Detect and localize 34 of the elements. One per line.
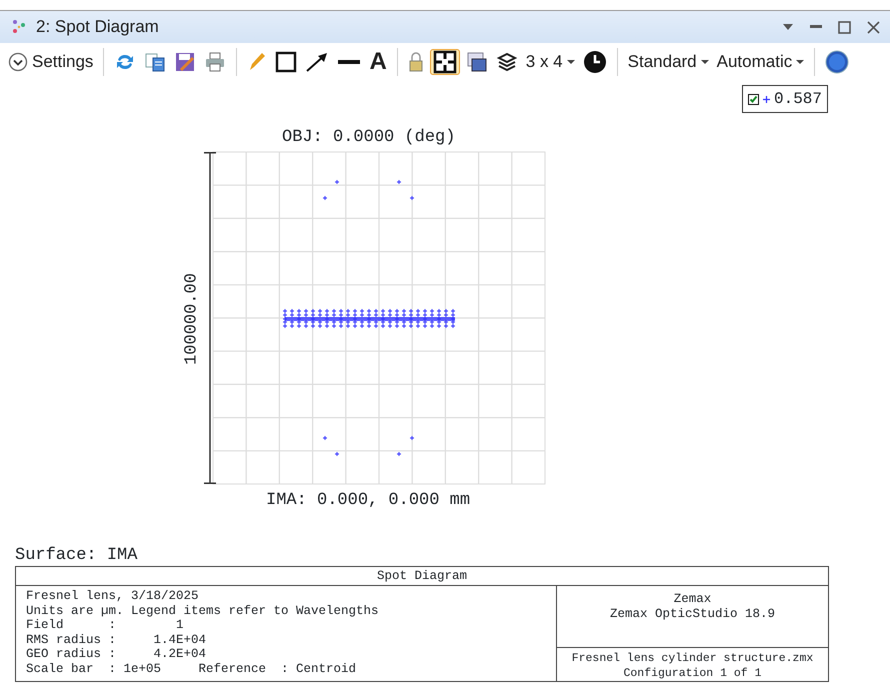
layout-dropdown[interactable]: 3 x 4 xyxy=(524,49,577,75)
table-title: Spot Diagram xyxy=(16,567,828,586)
chevron-circle-icon xyxy=(8,52,28,72)
settings-button[interactable]: Settings xyxy=(6,49,96,75)
minimize-icon[interactable] xyxy=(810,25,822,29)
maximize-icon[interactable] xyxy=(838,20,851,34)
legend-value: 0.587 xyxy=(774,89,822,110)
plot-title: OBJ: 0.0000 (deg) xyxy=(282,127,456,147)
surface-label: Surface: IMA xyxy=(15,546,138,566)
close-icon[interactable] xyxy=(867,20,880,34)
info-line: RMS radius : 1.4E+04 xyxy=(26,632,208,648)
info-line: Fresnel lens, 3/18/2025 xyxy=(26,589,200,604)
info-line: Field : 1 xyxy=(26,618,185,633)
info-line: GEO radius : 4.2E+04 xyxy=(26,647,208,662)
info-line: Units are µm. Legend items refer to Wavelengths xyxy=(26,604,380,618)
text-tool-button[interactable]: A xyxy=(367,44,389,80)
window-title: 2: Spot Diagram xyxy=(36,16,159,38)
info-line: Configuration 1 of 1 xyxy=(622,666,763,682)
image-label: IMA: 0.000, 0.000 mm xyxy=(266,490,472,510)
info-line: Zemax OpticStudio 18.9 xyxy=(608,606,776,622)
dropdown-icon[interactable] xyxy=(782,23,794,31)
info-line: Scale bar : 1e+05 Reference : Centroid xyxy=(26,662,358,677)
mode-dropdown[interactable]: Automatic xyxy=(714,49,806,75)
app-icon xyxy=(10,18,28,36)
caret-icon xyxy=(796,59,804,65)
legend-checkbox[interactable] xyxy=(748,94,759,104)
layout-grid-icon[interactable] xyxy=(430,49,460,75)
caret-icon xyxy=(566,59,575,65)
help-icon[interactable] xyxy=(823,50,852,74)
mode-dropdown[interactable]: Standard xyxy=(626,49,711,75)
scale-bar-label: 100000.00 xyxy=(181,273,202,365)
info-line: Zemax xyxy=(672,592,712,607)
info-line: Fresnel lens cylinder structure.zmx xyxy=(570,652,814,667)
caret-icon xyxy=(700,59,709,65)
